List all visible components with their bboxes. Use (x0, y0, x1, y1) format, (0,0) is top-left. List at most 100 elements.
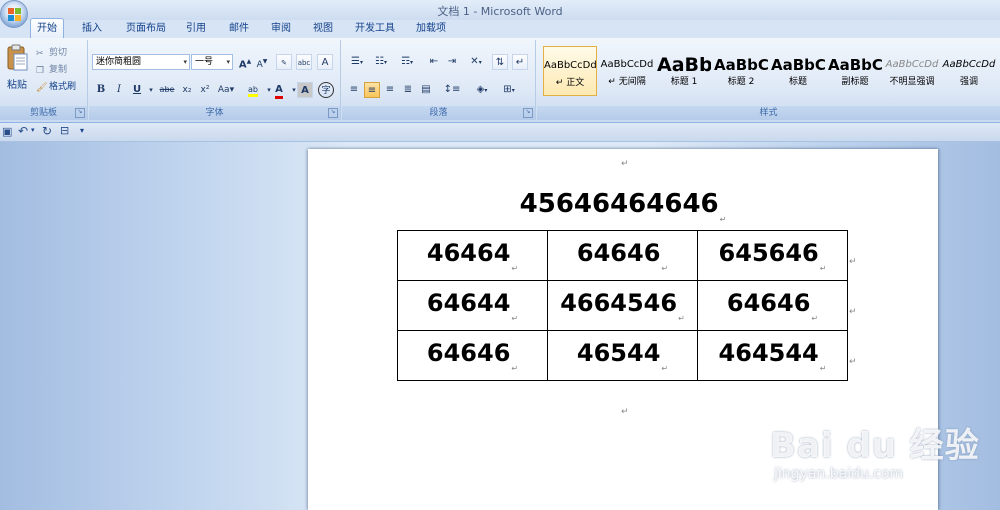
borders-button[interactable]: ⊞▾ (497, 82, 521, 98)
multilevel-list-button[interactable]: ☶▾ (394, 54, 420, 70)
table-cell[interactable]: 4664546↵ (547, 280, 698, 331)
paste-icon[interactable] (6, 44, 28, 72)
table-row: 64646↵ 46544↵ 464544↵ (397, 330, 848, 381)
character-border-button[interactable]: A (317, 54, 333, 70)
style-heading-2[interactable]: AaBbC 标题 2 (714, 46, 768, 96)
enclose-characters-button[interactable]: 字 (318, 82, 334, 98)
decrease-indent-button[interactable]: ⇤ (426, 54, 442, 70)
tab-review[interactable]: 审阅 (265, 20, 297, 38)
style-no-spacing[interactable]: AaBbCcDd ↵ 无间隔 (600, 46, 654, 96)
chevron-down-icon: ▾ (226, 58, 230, 66)
table-cell[interactable]: 464544↵ (697, 330, 848, 381)
superscript-button[interactable]: x² (197, 82, 213, 98)
paragraph-group-label: 段落 (342, 106, 535, 120)
redo-icon[interactable]: ↻ (42, 124, 52, 138)
font-color-button[interactable]: A (271, 82, 287, 99)
paragraph-launcher-icon[interactable]: ↘ (523, 108, 533, 118)
align-left-button[interactable]: ≡ (346, 82, 362, 98)
phonetic-guide-button[interactable]: abc (296, 54, 312, 70)
style-subtle-emphasis[interactable]: AaBbCcDd 不明显强调 (885, 46, 939, 96)
table-cell[interactable]: 46464↵ (397, 230, 548, 281)
highlighter-icon: ab (248, 85, 258, 97)
format-painter-button[interactable]: 🖌 格式刷 (36, 80, 76, 94)
undo-icon[interactable]: ↶ (18, 124, 28, 138)
office-button[interactable] (0, 0, 28, 28)
justify-icon: ≣ (403, 84, 413, 95)
chinese-layout-button[interactable]: ✕▾ (464, 54, 488, 70)
shading-button[interactable]: ◈▾ (470, 82, 494, 98)
paragraph-group: ☰▾ ☷▾ ☶▾ ⇤ ⇥ ✕▾ ⇅ ↵ ≡ ≡ ≡ ≣ ▤ ↕≡ ◈▾ ⊞▾ 段… (342, 40, 536, 120)
style-title[interactable]: AaBbC 标题 (771, 46, 825, 96)
ribbon-tabs: 开始 插入 页面布局 引用 邮件 审阅 视图 开发工具 加载项 (30, 18, 1000, 39)
style-emphasis[interactable]: AaBbCcDd 强调 (942, 46, 996, 96)
clipboard-group: 粘贴 ✂ 剪切 ❐ 复制 🖌 格式刷 剪贴板 ↘ (0, 40, 88, 120)
styles-group: AaBbCcDd ↵ 正文 AaBbCcDd ↵ 无间隔 AaBb 标题 1 A… (537, 40, 1000, 120)
justify-button[interactable]: ≣ (400, 82, 416, 98)
print-preview-icon[interactable]: ⊟ (60, 124, 69, 137)
align-right-button[interactable]: ≡ (382, 82, 398, 98)
clipboard-launcher-icon[interactable]: ↘ (75, 108, 85, 118)
table-cell[interactable]: 46544↵ (547, 330, 698, 381)
subscript-button[interactable]: x₂ (179, 82, 195, 98)
copy-icon: ❐ (36, 66, 45, 76)
pilcrow-icon: ↵ (515, 57, 525, 68)
bold-button[interactable]: B (93, 82, 109, 98)
tab-home[interactable]: 开始 (30, 18, 64, 39)
document-heading[interactable]: 45646464646↵ (308, 189, 938, 224)
align-center-button[interactable]: ≡ (364, 82, 380, 98)
tab-page-layout[interactable]: 页面布局 (120, 20, 172, 38)
italic-button[interactable]: I (111, 82, 127, 98)
bullets-button[interactable]: ☰▾ (346, 54, 368, 70)
table-cell[interactable]: 64646↵ (547, 230, 698, 281)
sort-button[interactable]: ⇅ (492, 54, 508, 70)
line-spacing-icon: ↕≡ (443, 84, 461, 95)
decrease-indent-icon: ⇤ (429, 56, 439, 67)
row-end-mark: ↵ (849, 307, 857, 317)
eraser-icon: ✎ (281, 59, 287, 67)
cut-button[interactable]: ✂ 剪切 (36, 46, 67, 60)
tab-developer[interactable]: 开发工具 (349, 20, 401, 38)
font-launcher-icon[interactable]: ↘ (328, 108, 338, 118)
strikethrough-button[interactable]: abe (157, 82, 177, 98)
shrink-font-button[interactable]: A▼ (254, 54, 270, 70)
table-cell[interactable]: 64646↵ (697, 280, 848, 331)
table-cell[interactable]: 645646↵ (697, 230, 848, 281)
tab-view[interactable]: 视图 (307, 20, 339, 38)
table-cell[interactable]: 64646↵ (397, 330, 548, 381)
table-cell[interactable]: 64644↵ (397, 280, 548, 331)
font-size-dropdown[interactable]: 一号 ▾ (191, 54, 233, 70)
save-icon[interactable]: ▣ (2, 125, 12, 138)
document-table[interactable]: 46464↵ 64646↵ 645646↵ 64644↵ 4664546↵ 64… (397, 230, 848, 381)
align-right-icon: ≡ (385, 84, 395, 95)
increase-indent-button[interactable]: ⇥ (444, 54, 460, 70)
table-row: 46464↵ 64646↵ 645646↵ (397, 230, 848, 281)
table-row: 64644↵ 4664546↵ 64646↵ (397, 280, 848, 331)
style-normal[interactable]: AaBbCcDd ↵ 正文 (543, 46, 597, 96)
multilevel-list-icon: ☶ (401, 56, 410, 67)
increase-indent-icon: ⇥ (447, 56, 457, 67)
copy-button[interactable]: ❐ 复制 (36, 63, 67, 77)
distributed-button[interactable]: ▤ (418, 82, 434, 98)
watermark-url: jingyan.baidu.com (774, 466, 904, 482)
tab-references[interactable]: 引用 (180, 20, 212, 38)
show-formatting-button[interactable]: ↵ (512, 54, 528, 70)
change-case-button[interactable]: Aa▾ (215, 82, 237, 98)
tab-insert[interactable]: 插入 (76, 20, 108, 38)
grow-font-button[interactable]: A▲ (237, 54, 253, 70)
row-end-mark: ↵ (849, 257, 857, 267)
character-shading-button[interactable]: A (297, 82, 313, 98)
numbered-list-icon: ☷ (375, 56, 384, 67)
quick-access-toolbar: ▣ ↶ ▾ ↻ ⊟ ▾ (0, 123, 1000, 142)
style-heading-1[interactable]: AaBb 标题 1 (657, 46, 711, 96)
tab-addins[interactable]: 加载项 (410, 20, 452, 38)
tab-mailings[interactable]: 邮件 (223, 20, 255, 38)
chevron-down-icon[interactable]: ▾ (31, 126, 35, 134)
paste-button[interactable]: 粘贴 (2, 76, 32, 91)
clear-format-button[interactable]: ✎ (276, 54, 292, 70)
font-name-dropdown[interactable]: 迷你简粗圆 ▾ (92, 54, 190, 70)
baidu-jingyan-watermark: Bai du 经验 jingyan.baidu.com (770, 400, 990, 500)
style-subtitle[interactable]: AaBbC 副标题 (828, 46, 882, 96)
customize-toolbar-icon[interactable]: ▾ (80, 126, 84, 135)
numbering-button[interactable]: ☷▾ (370, 54, 392, 70)
line-spacing-button[interactable]: ↕≡ (440, 82, 464, 98)
